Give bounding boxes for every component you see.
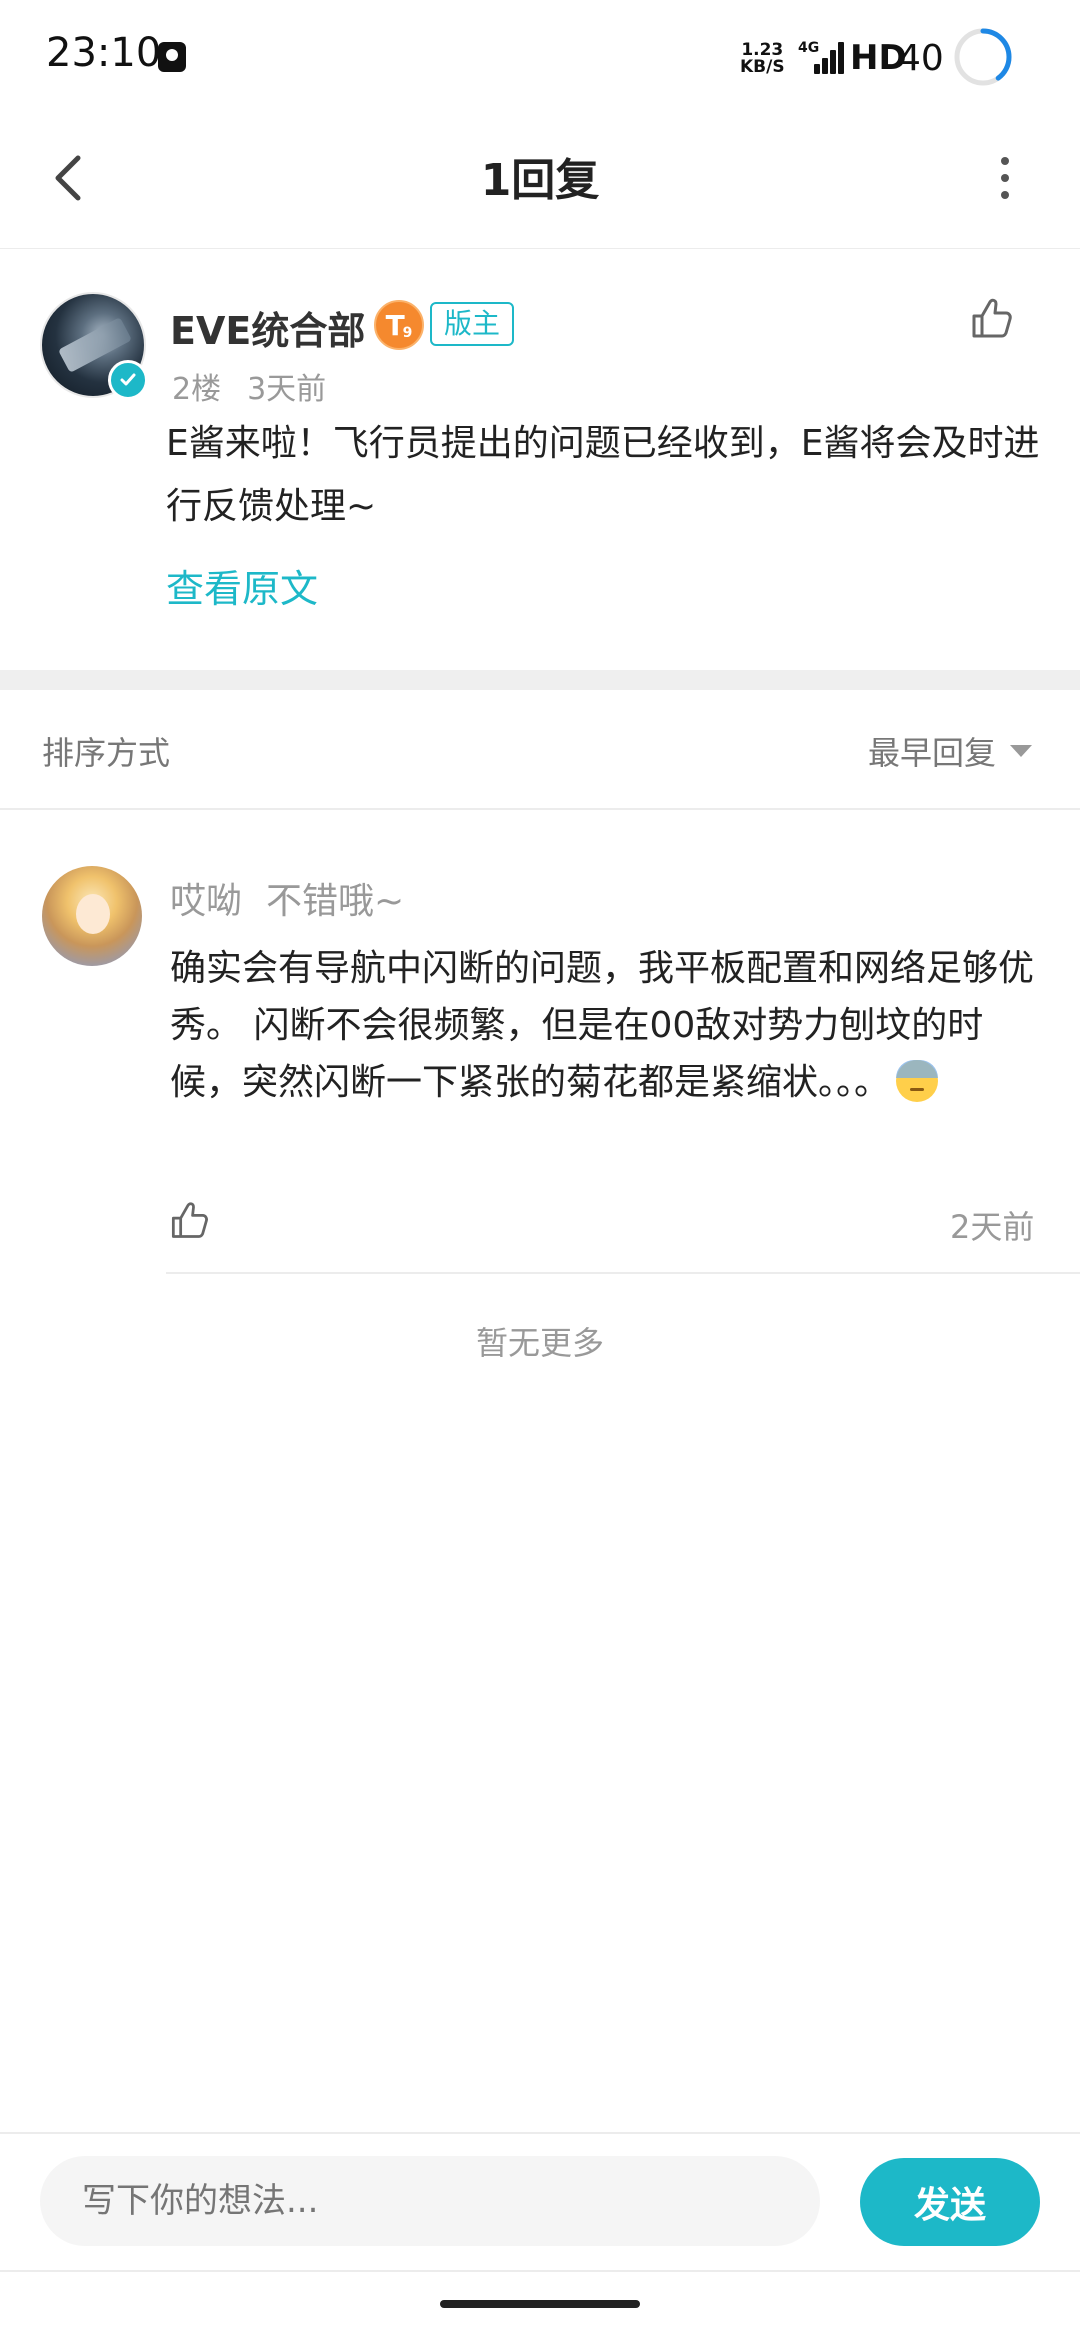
signal-bar-4	[838, 42, 844, 74]
caret-down-icon	[1010, 745, 1033, 757]
reply-time: 2天前	[950, 1208, 1035, 1246]
post-meta: 2楼 3天前	[172, 364, 326, 408]
back-button[interactable]	[36, 146, 100, 210]
page-title: 1回复	[480, 155, 600, 206]
reply-user-note: 不错哦~	[266, 881, 405, 922]
status-time: 23:10	[46, 30, 162, 76]
more-dot-icon	[1001, 157, 1009, 165]
send-button[interactable]: 发送	[860, 2158, 1040, 2246]
signal-icon: 4G	[798, 40, 844, 74]
network-type-label: 4G	[798, 40, 820, 56]
sweat-emoji-icon	[896, 1060, 939, 1102]
sort-selected: 最早回复	[868, 734, 997, 772]
more-dot-icon	[1001, 174, 1009, 182]
status-bar: 23:10 1.23 KB/S 4G HD 40	[0, 0, 1080, 120]
post-time: 3天前	[247, 372, 327, 407]
more-button[interactable]	[980, 146, 1030, 210]
network-speed-unit: KB/S	[740, 57, 785, 77]
signal-bar-2	[822, 58, 828, 74]
reply-avatar[interactable]	[42, 866, 142, 966]
comment-input[interactable]	[40, 2156, 820, 2246]
reply-user: 哎呦 不错哦~	[170, 872, 404, 924]
avatar-art	[76, 894, 110, 934]
verified-icon	[108, 360, 148, 400]
header: 1回复	[0, 120, 1080, 249]
check-icon	[120, 373, 136, 386]
notification-icon	[158, 42, 186, 72]
reply-content: 确实会有导航中闪断的问题，我平板配置和网络足够优秀。 闪断不会很频繁，但是在00…	[170, 940, 1050, 1111]
battery-percentage: 40	[898, 38, 944, 79]
level-badge-number: 9	[402, 325, 413, 341]
network-speed: 1.23 KB/S	[740, 42, 785, 76]
home-indicator[interactable]	[440, 2300, 640, 2308]
author-name[interactable]: EVE统合部	[170, 300, 365, 355]
battery-ring-icon	[954, 28, 1012, 86]
nav-divider	[0, 2270, 1080, 2272]
more-dot-icon	[1001, 191, 1009, 199]
reply-username[interactable]: 哎呦	[170, 881, 242, 922]
signal-bar-1	[814, 64, 820, 74]
view-original-link[interactable]: 查看原文	[166, 558, 318, 613]
reply-divider	[166, 1272, 1080, 1274]
like-post-icon[interactable]	[966, 294, 1014, 342]
composer-divider	[0, 2132, 1080, 2134]
sort-label: 排序方式	[42, 734, 171, 772]
sort-divider	[0, 808, 1080, 810]
chevron-left-icon	[55, 155, 81, 201]
post-floor: 2楼	[172, 372, 222, 407]
level-badge: T9	[374, 300, 424, 350]
post-content: E酱来啦！飞行员提出的问题已经收到，E酱将会及时进行反馈处理~	[166, 423, 1040, 527]
signal-bar-3	[830, 50, 836, 74]
like-reply-icon[interactable]	[166, 1198, 210, 1242]
sort-dropdown[interactable]: 最早回复	[868, 728, 1033, 774]
no-more-label: 暂无更多	[475, 1324, 604, 1362]
moderator-badge: 版主	[430, 302, 515, 346]
section-divider	[0, 670, 1080, 690]
